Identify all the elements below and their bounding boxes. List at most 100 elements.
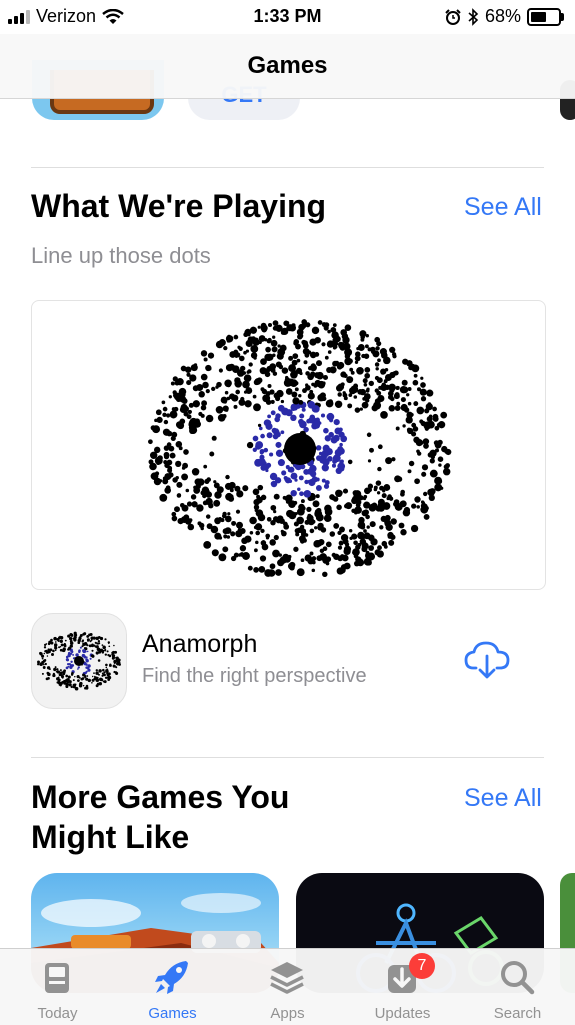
eye-dot — [421, 471, 427, 477]
eye-dot — [171, 515, 178, 522]
eye-dot — [41, 655, 44, 658]
eye-dot — [269, 563, 276, 570]
tab-bar: Today Games Apps 7 Updates Search — [0, 948, 575, 1025]
eye-dot — [114, 662, 116, 664]
eye-dot — [292, 353, 299, 359]
eye-dot — [340, 435, 348, 443]
eye-dot — [337, 555, 344, 562]
eye-dot — [370, 349, 376, 355]
eye-dot — [43, 659, 47, 662]
eye-dot — [388, 405, 396, 412]
eye-dot — [334, 400, 343, 409]
navigation-bar: Games — [0, 34, 575, 99]
eye-dot — [253, 548, 258, 553]
eye-dot — [253, 567, 259, 573]
tab-today[interactable]: Today — [0, 949, 115, 1025]
eye-dot — [374, 362, 380, 367]
eye-dot — [417, 451, 422, 456]
eye-dot — [205, 389, 210, 394]
eye-dot — [336, 567, 344, 575]
eye-dot — [260, 358, 267, 365]
eye-dot — [225, 474, 230, 480]
eye-dot — [333, 419, 340, 426]
eye-dot — [356, 346, 360, 351]
eye-dot — [408, 460, 415, 467]
eye-dot — [249, 516, 257, 525]
eye-dot — [104, 638, 107, 641]
eye-dot — [163, 445, 170, 451]
eye-dot — [265, 399, 272, 405]
eye-dot — [383, 544, 388, 549]
eye-dot — [246, 370, 250, 374]
eye-dot — [48, 641, 51, 645]
eye-dot — [65, 684, 69, 689]
eye-dot — [278, 553, 282, 557]
eye-dot — [311, 560, 316, 565]
eye-dot — [175, 460, 182, 468]
see-all-playing-link[interactable]: See All — [464, 193, 542, 222]
eye-dot — [288, 355, 294, 361]
eye-dot — [315, 494, 320, 499]
eye-dot — [226, 338, 231, 343]
eye-dot — [285, 409, 293, 417]
eye-dot — [162, 412, 167, 417]
eye-dot — [351, 495, 360, 504]
eye-dot — [338, 447, 345, 455]
eye-dot — [304, 519, 310, 525]
eye-dot — [187, 523, 195, 531]
eye-dot — [338, 540, 344, 546]
tab-apps[interactable]: Apps — [230, 949, 345, 1025]
tab-games[interactable]: Games — [115, 949, 230, 1025]
eye-dot — [235, 509, 241, 514]
eye-dot — [273, 509, 277, 514]
bluetooth-icon — [468, 7, 479, 26]
see-all-more-link[interactable]: See All — [464, 784, 542, 813]
eye-dot — [165, 485, 171, 491]
eye-dot — [412, 426, 419, 432]
eye-dot — [220, 555, 225, 560]
eye-dot — [172, 477, 178, 483]
eye-dot — [303, 489, 312, 498]
eye-dot — [197, 521, 202, 526]
eye-dot — [294, 387, 299, 392]
eye-dot — [344, 324, 352, 331]
eye-dot — [280, 399, 285, 404]
eye-dot — [274, 477, 282, 484]
eye-dot — [324, 435, 331, 442]
tab-updates[interactable]: 7 Updates — [345, 949, 460, 1025]
eye-dot — [59, 669, 62, 672]
eye-dot — [242, 485, 249, 492]
cloud-download-icon[interactable] — [464, 640, 510, 680]
eye-dot — [283, 523, 290, 530]
eye-dot — [216, 381, 222, 388]
eye-dot — [77, 679, 80, 682]
eye-dot — [331, 552, 336, 558]
eye-dot — [179, 502, 185, 508]
featured-artwork-card[interactable] — [31, 300, 546, 590]
eye-dot — [407, 401, 412, 406]
eye-dot — [99, 636, 104, 641]
eye-dot — [65, 666, 69, 670]
eye-dot — [275, 413, 281, 419]
eye-dot — [347, 358, 353, 364]
eye-dot — [288, 479, 293, 484]
app-name[interactable]: Anamorph — [142, 630, 257, 659]
eye-dot — [313, 338, 319, 343]
eye-dot — [377, 358, 381, 363]
eye-dot — [284, 377, 290, 383]
eye-dot — [342, 538, 349, 545]
eye-dot — [381, 493, 387, 499]
anamorph-app-icon[interactable] — [31, 613, 127, 709]
eye-dot — [44, 643, 47, 646]
eye-dot — [305, 322, 311, 328]
eye-dot — [198, 411, 203, 417]
eye-dot — [363, 501, 371, 509]
eye-dot — [298, 535, 306, 543]
eye-dot — [272, 320, 279, 326]
tab-search[interactable]: Search — [460, 949, 575, 1025]
eye-dot — [325, 561, 330, 566]
eye-dot — [320, 527, 327, 533]
eye-dot — [338, 465, 345, 472]
eye-dot — [40, 653, 42, 655]
eye-dot — [101, 649, 105, 653]
